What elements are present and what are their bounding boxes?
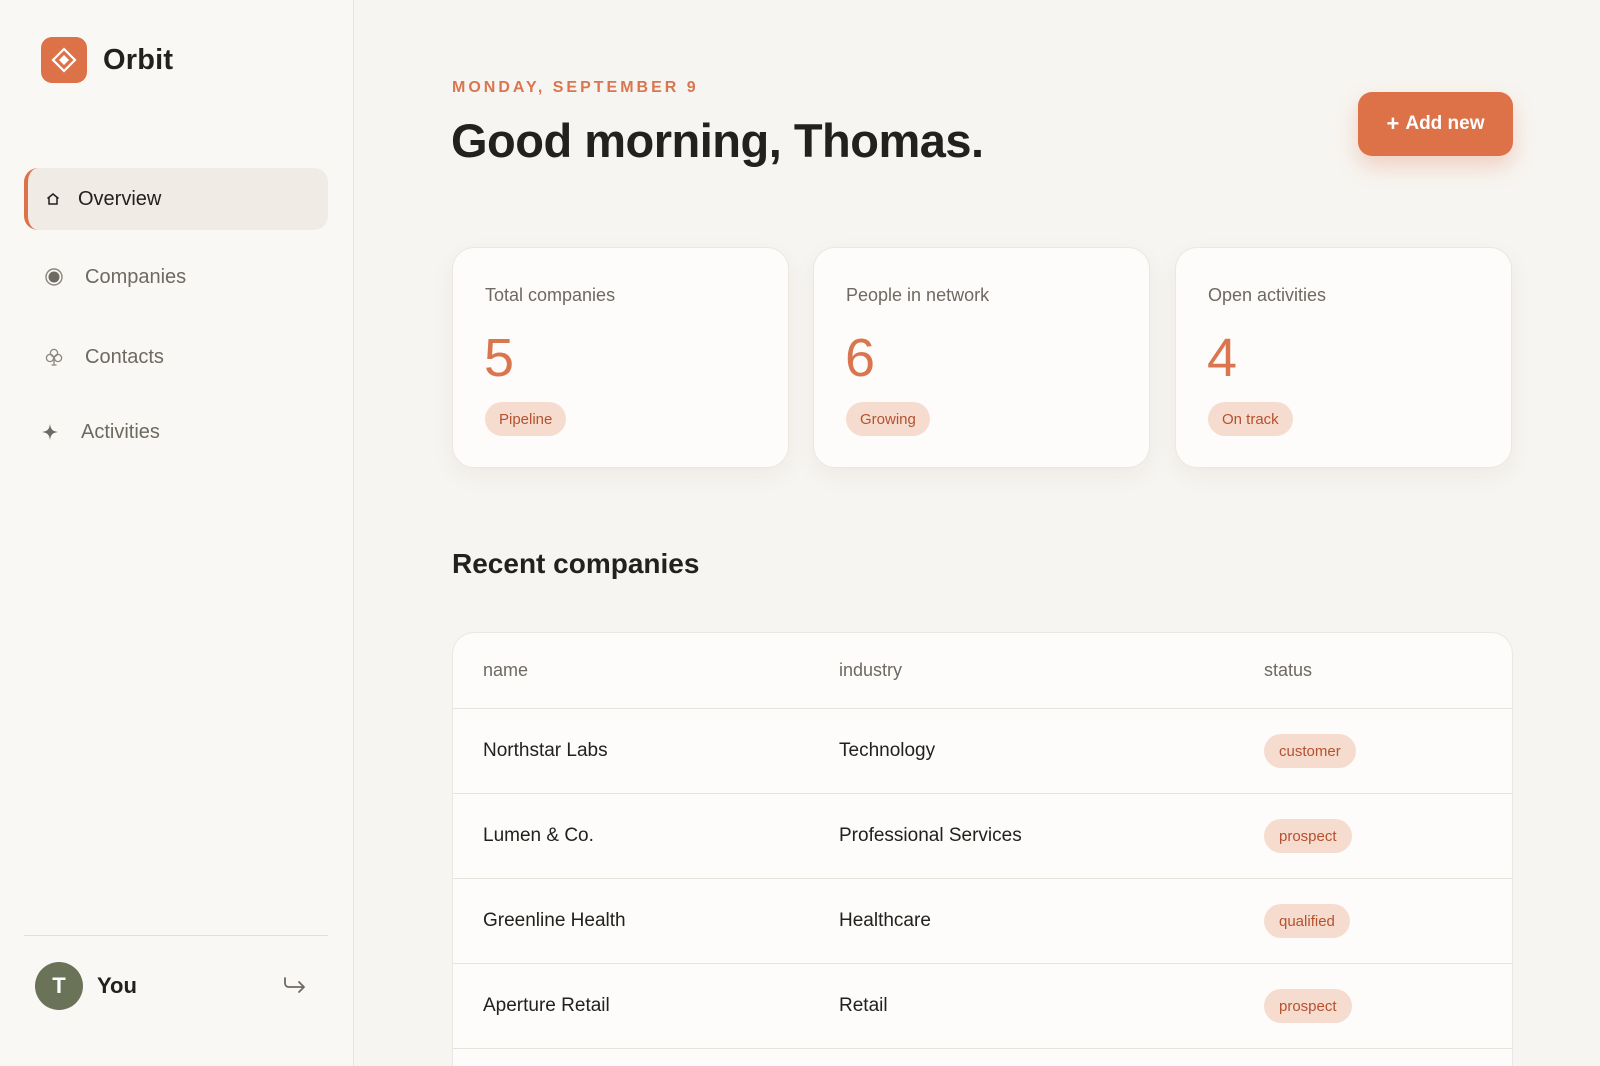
column-header-status[interactable]: status xyxy=(1264,660,1312,681)
sidebar-item-label: Overview xyxy=(78,187,162,210)
app-name: Orbit xyxy=(103,43,174,76)
stat-value: 4 xyxy=(1207,328,1238,388)
stat-value: 6 xyxy=(845,328,876,388)
table-row[interactable]: Lumen & Co. Professional Services prospe… xyxy=(453,794,1512,879)
company-name: Northstar Labs xyxy=(483,740,608,761)
sidebar-item-contacts[interactable]: Contacts xyxy=(24,326,328,388)
stat-title: Open activities xyxy=(1208,285,1327,305)
stat-card-total-companies: Total companies 5 Pipeline xyxy=(452,247,789,468)
sidebar-item-activities[interactable]: Activities xyxy=(24,401,328,463)
table-row[interactable]: Northstar Labs Technology customer xyxy=(453,709,1512,794)
brand[interactable]: Orbit xyxy=(41,37,173,83)
status-badge: prospect xyxy=(1264,989,1352,1023)
date-label: MONDAY, SEPTEMBER 9 xyxy=(452,79,699,96)
sidebar-item-companies[interactable]: Companies xyxy=(24,246,328,308)
stat-value: 5 xyxy=(484,328,515,388)
avatar: T xyxy=(35,962,83,1010)
table-row[interactable]: Greenline Health Healthcare qualified xyxy=(453,879,1512,964)
column-header-name[interactable]: name xyxy=(483,660,528,681)
status-badge: qualified xyxy=(1264,904,1350,938)
company-name: Lumen & Co. xyxy=(483,825,594,846)
user-name: You xyxy=(97,973,137,998)
user-profile[interactable]: T You xyxy=(35,962,137,1010)
company-industry: Technology xyxy=(839,740,936,761)
sidebar-divider xyxy=(24,935,328,936)
orbit-logo-icon xyxy=(41,37,87,83)
stat-title: Total companies xyxy=(485,285,616,305)
plus-icon: + xyxy=(1386,111,1400,136)
company-industry: Professional Services xyxy=(839,825,1022,846)
company-name: Greenline Health xyxy=(483,910,626,931)
home-icon xyxy=(40,186,66,212)
company-industry: Healthcare xyxy=(839,910,931,931)
table-row[interactable]: Aperture Retail Retail prospect xyxy=(453,964,1512,1049)
table-header: name industry status xyxy=(453,633,1512,709)
status-badge: On track xyxy=(1208,402,1293,436)
status-badge: prospect xyxy=(1264,819,1352,853)
logout-icon[interactable] xyxy=(280,970,310,1000)
status-badge: Growing xyxy=(846,402,930,436)
status-badge: customer xyxy=(1264,734,1356,768)
stat-card-open-activities: Open activities 4 On track xyxy=(1175,247,1512,468)
column-header-industry[interactable]: industry xyxy=(839,660,902,681)
radio-dot-icon xyxy=(41,264,67,290)
sidebar-item-label: Contacts xyxy=(85,345,164,368)
add-new-label: Add new xyxy=(1405,113,1485,134)
page-title: Good morning, Thomas. xyxy=(451,114,984,167)
sidebar-item-overview[interactable]: Overview xyxy=(24,168,328,230)
stat-title: People in network xyxy=(846,285,990,305)
status-badge: Pipeline xyxy=(485,402,567,436)
sidebar-item-label: Activities xyxy=(81,420,160,443)
stat-card-people-in-network: People in network 6 Growing xyxy=(813,247,1150,468)
section-title: Recent companies xyxy=(452,548,700,579)
company-industry: Retail xyxy=(839,995,888,1016)
company-name: Aperture Retail xyxy=(483,995,610,1016)
sparkle-icon xyxy=(37,419,63,445)
club-icon xyxy=(41,344,67,370)
sidebar: Orbit Overview Companies Contacts Activi… xyxy=(0,0,354,1066)
recent-companies-table: name industry status Northstar Labs Tech… xyxy=(452,632,1513,1066)
add-new-button[interactable]: + Add new xyxy=(1358,92,1513,156)
sidebar-item-label: Companies xyxy=(85,265,187,288)
